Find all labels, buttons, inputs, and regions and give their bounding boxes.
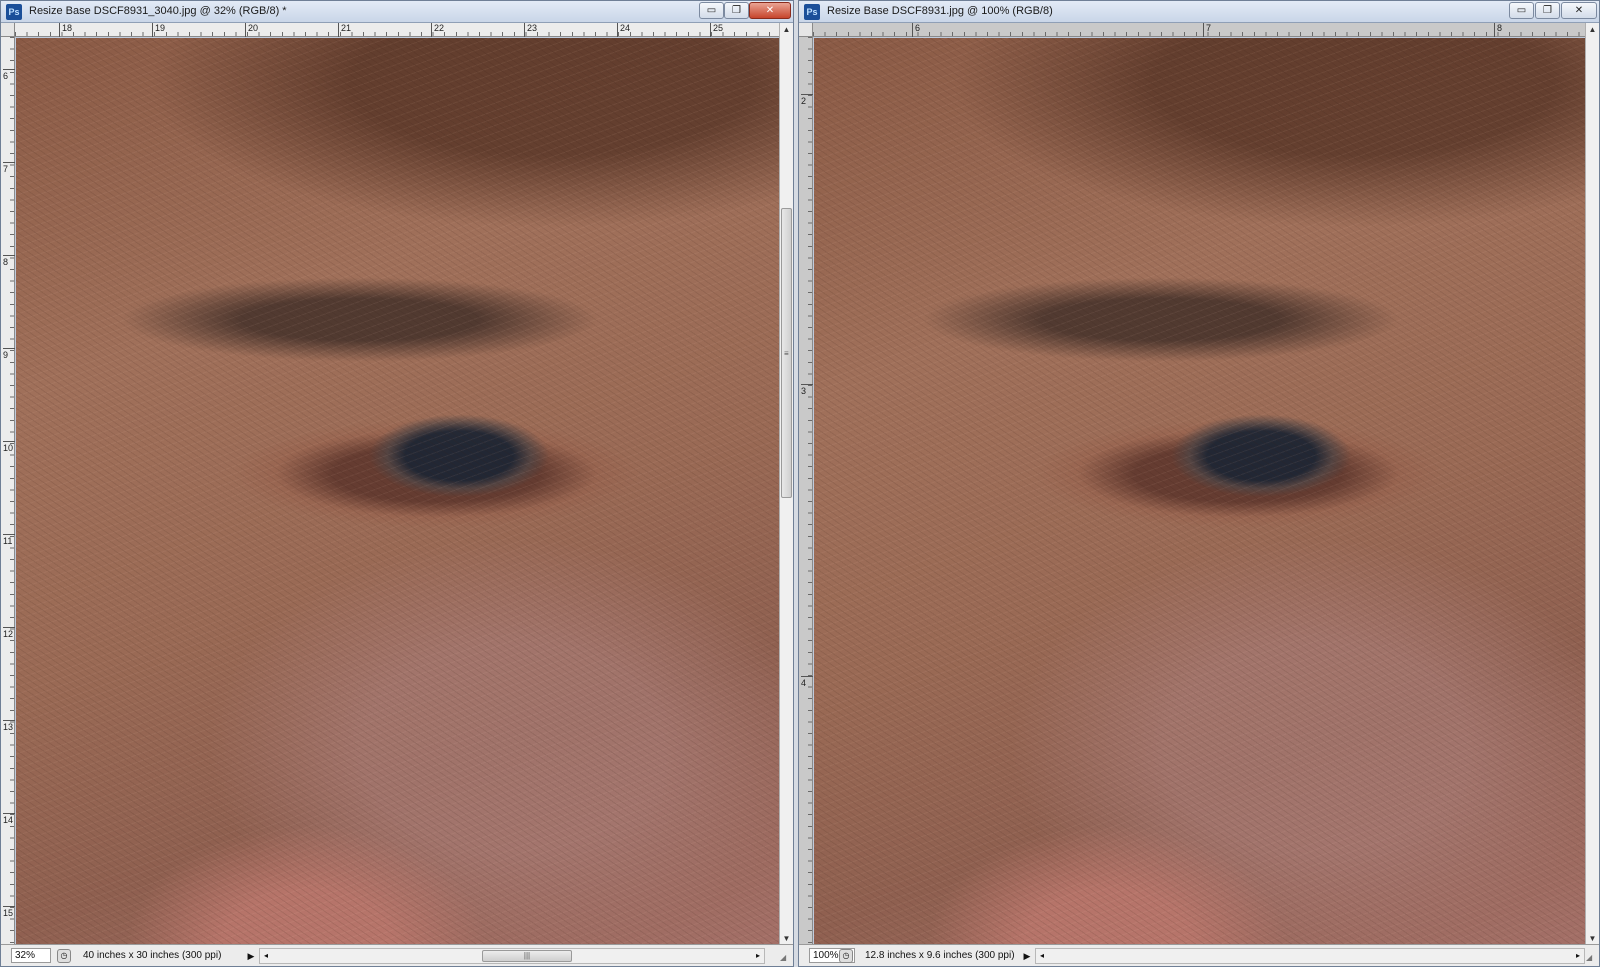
- ruler-tick-label: 8: [3, 255, 15, 267]
- titlebar-left[interactable]: Ps Resize Base DSCF8931_3040.jpg @ 32% (…: [1, 1, 793, 23]
- vertical-scrollbar-left[interactable]: ▲ ≡ ▼: [779, 23, 793, 946]
- scroll-left-icon[interactable]: ◂: [260, 949, 272, 963]
- document-window-left[interactable]: Ps Resize Base DSCF8931_3040.jpg @ 32% (…: [0, 0, 794, 967]
- ruler-origin-right[interactable]: [799, 23, 813, 37]
- ruler-tick-label: 12: [3, 627, 15, 639]
- ruler-tick-label: 2: [801, 94, 813, 106]
- clock-icon[interactable]: ◷: [57, 949, 71, 963]
- photoshop-app-icon: Ps: [804, 4, 820, 20]
- scroll-right-icon[interactable]: ▸: [752, 949, 764, 963]
- document-size-info: 12.8 inches x 9.6 inches (300 ppi): [865, 950, 1015, 961]
- ruler-tick-label: 25: [710, 23, 723, 37]
- photoshop-app-icon: Ps: [6, 4, 22, 20]
- status-bar-left: 32% ◷ 40 inches x 30 inches (300 ppi) ▶ …: [1, 944, 793, 966]
- ruler-tick-label: 21: [338, 23, 351, 37]
- scroll-left-icon[interactable]: ◂: [1036, 949, 1048, 963]
- status-menu-arrow-icon[interactable]: ▶: [245, 949, 257, 963]
- ruler-tick-label: 7: [1203, 23, 1211, 37]
- ruler-tick-label: 9: [3, 348, 15, 360]
- eye-closeup-photo: [814, 38, 1585, 946]
- horizontal-scrollbar-right[interactable]: ◂ ▸: [1035, 948, 1585, 964]
- status-menu-arrow-icon[interactable]: ▶: [1021, 949, 1033, 963]
- status-bar-right: 100% ◷ 12.8 inches x 9.6 inches (300 ppi…: [799, 944, 1599, 966]
- ruler-tick-label: 11: [3, 534, 15, 546]
- close-button-left[interactable]: ✕: [749, 2, 791, 19]
- window-title-right: Resize Base DSCF8931.jpg @ 100% (RGB/8): [827, 5, 1053, 17]
- ruler-tick-label: 22: [431, 23, 444, 37]
- maximize-button-left[interactable]: ❐: [724, 2, 749, 19]
- image-canvas-left[interactable]: [16, 38, 780, 946]
- ruler-tick-label: 24: [617, 23, 630, 37]
- resize-grip-icon[interactable]: ◢: [1586, 953, 1598, 965]
- window-title-left: Resize Base DSCF8931_3040.jpg @ 32% (RGB…: [29, 5, 287, 17]
- ruler-tick-label: 19: [152, 23, 165, 37]
- scroll-right-icon[interactable]: ▸: [1572, 949, 1584, 963]
- ruler-tick-label: 10: [3, 441, 15, 453]
- image-canvas-right[interactable]: [814, 38, 1585, 946]
- ruler-tick-label: 8: [1494, 23, 1502, 37]
- ruler-tick-label: 20: [245, 23, 258, 37]
- maximize-button-right[interactable]: ❐: [1535, 2, 1560, 19]
- ruler-tick-label: 6: [3, 69, 15, 81]
- zoom-level-field[interactable]: 32%: [11, 948, 51, 963]
- titlebar-right[interactable]: Ps Resize Base DSCF8931.jpg @ 100% (RGB/…: [799, 1, 1599, 23]
- minimize-button-right[interactable]: ▭: [1509, 2, 1534, 19]
- ruler-tick-label: 3: [801, 384, 813, 396]
- ruler-tick-label: 13: [3, 720, 15, 732]
- ruler-tick-label: 14: [3, 813, 15, 825]
- ruler-tick-label: 4: [801, 676, 813, 688]
- horizontal-scrollbar-left[interactable]: ◂ ||| ▸: [259, 948, 765, 964]
- ruler-tick-label: 15: [3, 906, 15, 918]
- ruler-tick-label: 6: [912, 23, 920, 37]
- grip-icon: ≡: [784, 349, 789, 358]
- vertical-ruler-right[interactable]: [799, 37, 813, 946]
- document-window-right[interactable]: Ps Resize Base DSCF8931.jpg @ 100% (RGB/…: [798, 0, 1600, 967]
- close-button-right[interactable]: ✕: [1561, 2, 1597, 19]
- document-size-info: 40 inches x 30 inches (300 ppi): [83, 950, 222, 961]
- ruler-tick-label: 18: [59, 23, 72, 37]
- hscroll-thumb[interactable]: |||: [482, 950, 572, 962]
- ruler-origin-left[interactable]: [1, 23, 15, 37]
- ruler-tick-label: 23: [524, 23, 537, 37]
- eye-closeup-photo: [16, 38, 780, 946]
- vertical-scrollbar-right[interactable]: ▲ ▼: [1585, 23, 1599, 946]
- ruler-tick-label: 7: [3, 162, 15, 174]
- minimize-button-left[interactable]: ▭: [699, 2, 724, 19]
- scroll-thumb[interactable]: ≡: [781, 208, 792, 498]
- scroll-up-icon[interactable]: ▲: [1586, 23, 1599, 37]
- resize-grip-icon[interactable]: ◢: [780, 953, 792, 965]
- clock-icon[interactable]: ◷: [839, 949, 853, 963]
- scroll-up-icon[interactable]: ▲: [780, 23, 793, 37]
- horizontal-ruler-left[interactable]: [15, 23, 780, 37]
